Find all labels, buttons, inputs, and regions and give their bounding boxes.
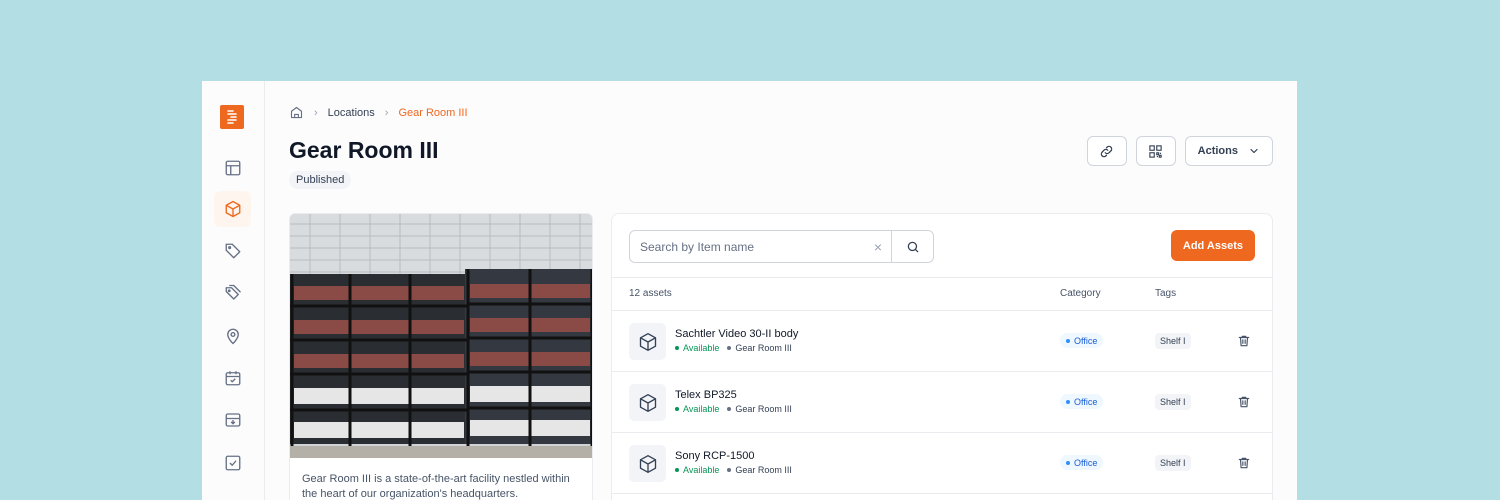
copy-link-button[interactable] bbox=[1086, 136, 1127, 166]
calendar-check-icon bbox=[225, 371, 240, 386]
search-input[interactable] bbox=[630, 231, 865, 262]
cube-icon bbox=[639, 332, 656, 351]
clear-search-icon[interactable]: × bbox=[865, 239, 891, 255]
column-category: Category bbox=[1060, 288, 1101, 299]
table-header: 12 assets Category Tags bbox=[612, 278, 1272, 311]
breadcrumb-current: Gear Room III bbox=[398, 106, 468, 119]
table-row[interactable]: Sachtler Video 30-II body Available Gear… bbox=[612, 311, 1272, 372]
asset-name[interactable]: Telex BP325 bbox=[675, 389, 737, 401]
table-row[interactable]: Sony RCP-1500 Available Gear Room III Of… bbox=[612, 433, 1272, 494]
sidebar-item-categories[interactable] bbox=[214, 233, 251, 269]
location-card: Gear Room III is a state-of-the-art faci… bbox=[289, 213, 593, 500]
breadcrumb-locations[interactable]: Locations bbox=[328, 107, 375, 119]
cube-icon bbox=[639, 454, 656, 473]
trash-icon bbox=[1238, 335, 1250, 347]
inbox-icon bbox=[225, 413, 240, 427]
chevron-down-icon bbox=[1250, 148, 1258, 154]
table-row[interactable]: Telex BP325 Available Gear Room III Offi… bbox=[612, 372, 1272, 433]
location-image bbox=[290, 214, 592, 458]
asset-location: Gear Room III bbox=[727, 343, 792, 353]
layout-icon bbox=[225, 160, 240, 176]
asset-thumbnail bbox=[629, 384, 666, 421]
tag-icon bbox=[225, 243, 240, 259]
asset-meta: Available Gear Room III bbox=[675, 465, 792, 475]
asset-name[interactable]: Sachtler Video 30-II body bbox=[675, 328, 798, 340]
availability-status: Available bbox=[675, 465, 719, 475]
sidebar-item-inbox[interactable] bbox=[214, 402, 251, 438]
search-box: × bbox=[629, 230, 934, 263]
availability-status: Available bbox=[675, 343, 719, 353]
sidebar-item-tags[interactable] bbox=[214, 275, 251, 311]
home-icon[interactable] bbox=[289, 105, 304, 120]
assets-panel: × Add Assets 12 assets Category Tags Sac… bbox=[611, 213, 1273, 500]
tag-badge: Shelf I bbox=[1155, 455, 1191, 471]
assets-toolbar: × Add Assets bbox=[612, 214, 1272, 278]
sidebar-item-locations[interactable] bbox=[214, 318, 251, 354]
add-assets-button[interactable]: Add Assets bbox=[1170, 230, 1255, 261]
sidebar-item-assets[interactable] bbox=[214, 191, 251, 227]
trash-icon bbox=[1238, 396, 1250, 408]
asset-meta: Available Gear Room III bbox=[675, 343, 792, 353]
delete-button[interactable] bbox=[1236, 394, 1252, 410]
asset-meta: Available Gear Room III bbox=[675, 404, 792, 414]
tag-badge: Shelf I bbox=[1155, 333, 1191, 349]
asset-location: Gear Room III bbox=[727, 404, 792, 414]
status-badge: Published bbox=[289, 171, 352, 189]
qr-code-icon bbox=[1149, 144, 1162, 158]
checkbox-icon bbox=[225, 455, 240, 471]
category-badge: Office bbox=[1060, 394, 1104, 409]
app-logo[interactable] bbox=[220, 105, 244, 129]
location-pin-icon bbox=[226, 328, 239, 345]
trash-icon bbox=[1238, 457, 1250, 469]
delete-button[interactable] bbox=[1236, 455, 1252, 471]
actions-label: Actions bbox=[1197, 145, 1238, 157]
sidebar-item-tasks[interactable] bbox=[214, 445, 251, 481]
chevron-right-icon: › bbox=[314, 106, 318, 119]
asset-name[interactable]: Sony RCP-1500 bbox=[675, 450, 755, 462]
column-tags: Tags bbox=[1155, 288, 1177, 299]
asset-thumbnail bbox=[629, 445, 666, 482]
category-badge: Office bbox=[1060, 333, 1104, 348]
qr-code-button[interactable] bbox=[1135, 136, 1176, 166]
page-title: Gear Room III bbox=[289, 137, 439, 163]
search-button[interactable] bbox=[891, 231, 933, 262]
cube-icon bbox=[225, 200, 240, 218]
sidebar-item-bookings[interactable] bbox=[214, 360, 251, 396]
app-window: › Locations › Gear Room III Gear Room II… bbox=[202, 81, 1297, 500]
actions-dropdown[interactable]: Actions bbox=[1184, 136, 1273, 166]
asset-count: 12 assets bbox=[629, 288, 672, 299]
sidebar bbox=[202, 81, 265, 500]
asset-thumbnail bbox=[629, 323, 666, 360]
location-description: Gear Room III is a state-of-the-art faci… bbox=[302, 473, 570, 500]
page-actions: Actions bbox=[1086, 136, 1273, 166]
chevron-right-icon: › bbox=[384, 106, 389, 119]
link-icon bbox=[1100, 145, 1113, 157]
category-badge: Office bbox=[1060, 455, 1104, 470]
tag-badge: Shelf I bbox=[1155, 394, 1191, 410]
tags-icon bbox=[225, 284, 241, 300]
availability-status: Available bbox=[675, 404, 719, 414]
search-icon bbox=[907, 241, 918, 252]
main-content: › Locations › Gear Room III Gear Room II… bbox=[289, 81, 1273, 500]
delete-button[interactable] bbox=[1236, 333, 1252, 349]
sidebar-item-dashboard[interactable] bbox=[214, 150, 251, 186]
asset-location: Gear Room III bbox=[727, 465, 792, 475]
cube-icon bbox=[639, 393, 656, 412]
breadcrumb: › Locations › Gear Room III bbox=[289, 105, 468, 120]
